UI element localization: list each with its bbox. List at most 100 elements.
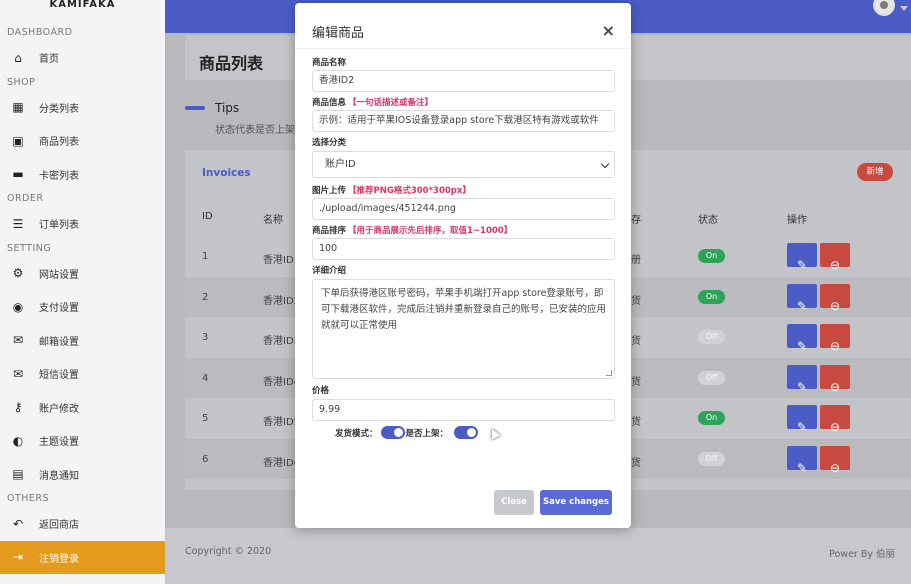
section-setting: SETTING bbox=[7, 242, 52, 254]
status-toggle[interactable]: On bbox=[698, 289, 725, 304]
product-name-input[interactable]: 香港ID2 bbox=[312, 70, 615, 92]
edit-button[interactable]: ✎ bbox=[787, 283, 817, 313]
sidebar-item-label: 短信设置 bbox=[39, 370, 79, 382]
close-button[interactable]: Close bbox=[494, 490, 534, 515]
sidebar-item-label: 卡密列表 bbox=[39, 170, 79, 182]
edit-button[interactable]: ✎ bbox=[787, 405, 817, 434]
ticket-icon: ▣ bbox=[12, 133, 24, 148]
footer: Copyright © 2020 Power By 伯丽 bbox=[165, 528, 911, 584]
sidebar-item-theme[interactable]: ◐ 主题设置 bbox=[0, 424, 165, 458]
minus-circle-icon: ⊖ bbox=[829, 298, 841, 313]
edit-button[interactable]: ✎ bbox=[787, 243, 817, 272]
listed-toggle[interactable] bbox=[454, 426, 479, 439]
sidebar-item-label: 邮箱设置 bbox=[39, 336, 79, 348]
sidebar-item-label: 返回商店 bbox=[39, 520, 79, 532]
row-id: 3 bbox=[202, 332, 209, 343]
description-textarea[interactable]: 下单后获得港区账号密码，苹果手机端打开app store登录账号，即可下载港区软… bbox=[312, 279, 615, 379]
sidebar-item-account[interactable]: ⚷ 账户修改 bbox=[0, 391, 165, 425]
home-icon: ⌂ bbox=[14, 50, 22, 65]
tips-text: 状态代表是否上架。 bbox=[215, 125, 305, 136]
sidebar-item-categories[interactable]: ▦ 分类列表 bbox=[0, 91, 165, 125]
sidebar-item-orders[interactable]: ☰ 订单列表 bbox=[0, 207, 165, 241]
image-hint: 【推荐PNG格式300*300px】 bbox=[348, 186, 471, 196]
edit-button[interactable]: ✎ bbox=[787, 445, 817, 475]
row-id: 4 bbox=[202, 372, 209, 384]
close-icon[interactable]: × bbox=[602, 21, 615, 40]
status-toggle[interactable]: Off bbox=[698, 451, 725, 466]
sidebar-item-label: 主题设置 bbox=[39, 437, 79, 449]
status-toggle[interactable]: On bbox=[698, 249, 725, 263]
sidebar-item-notifications[interactable]: ▤ 消息通知 bbox=[0, 458, 165, 492]
price-label: 价格 bbox=[312, 386, 330, 396]
row-name: 香港ID bbox=[263, 255, 294, 266]
switch-row: 发货模式： 是否上架： bbox=[335, 426, 481, 439]
delete-button[interactable]: ⊖ bbox=[820, 445, 850, 475]
row-stock: 货 bbox=[631, 376, 641, 388]
sidebar-item-products[interactable]: ▣ 商品列表 bbox=[0, 124, 165, 158]
status-toggle[interactable]: Off bbox=[698, 370, 725, 385]
chevron-down-icon bbox=[600, 159, 610, 169]
status-toggle[interactable]: On bbox=[698, 411, 725, 425]
delivery-mode-toggle[interactable] bbox=[380, 426, 405, 439]
info-label-text: 商品信息 bbox=[312, 98, 347, 108]
edit-product-modal: 编辑商品 × 商品名称 香港ID2 商品信息 【一句话描述或备注】 示例：适用于苹… bbox=[295, 3, 631, 528]
palette-icon: ◐ bbox=[12, 433, 24, 448]
sidebar-item-label: 注销登录 bbox=[39, 553, 79, 565]
user-circle-icon: ◉ bbox=[12, 299, 24, 314]
minus-circle-icon: ⊖ bbox=[829, 339, 841, 353]
category-select[interactable]: 账户ID bbox=[312, 151, 615, 178]
gear-icon: ⚙ bbox=[12, 266, 24, 281]
tab-invoices[interactable]: Invoices bbox=[202, 167, 251, 179]
sidebar-item-home[interactable]: ⌂ 首页 bbox=[0, 41, 165, 75]
minus-circle-icon: ⊖ bbox=[829, 258, 841, 272]
sidebar-item-sms-settings[interactable]: ✉ 短信设置 bbox=[0, 357, 165, 391]
add-product-button[interactable]: 新增 bbox=[857, 163, 893, 181]
edit-button[interactable]: ✎ bbox=[787, 364, 817, 394]
reply-icon: ↶ bbox=[12, 516, 24, 531]
info-label: 商品信息 【一句话描述或备注】 bbox=[312, 96, 433, 108]
delete-button[interactable]: ⊖ bbox=[820, 364, 850, 394]
delete-button[interactable]: ⊖ bbox=[820, 405, 850, 434]
delete-button[interactable]: ⊖ bbox=[820, 283, 850, 313]
delete-button[interactable]: ⊖ bbox=[820, 243, 850, 272]
description-label: 详细介绍 bbox=[312, 266, 347, 276]
card-icon: ▬ bbox=[12, 167, 24, 182]
sidebar-item-label: 账户修改 bbox=[39, 403, 79, 415]
sidebar-item-mail-settings[interactable]: ✉ 邮箱设置 bbox=[0, 324, 165, 358]
tips-accent-bar bbox=[185, 106, 205, 110]
row-id: 6 bbox=[202, 453, 209, 465]
delivery-mode-label: 发货模式： bbox=[335, 428, 378, 439]
delete-button[interactable]: ⊖ bbox=[820, 324, 850, 353]
resize-grip-icon[interactable] bbox=[606, 370, 612, 376]
row-stock: 册 bbox=[631, 255, 641, 266]
image-label-text: 图片上传 bbox=[312, 186, 347, 196]
sidebar-item-label: 订单列表 bbox=[39, 220, 79, 232]
logout-icon: ⇥ bbox=[12, 550, 24, 564]
chevron-down-icon[interactable] bbox=[900, 6, 908, 11]
sidebar-item-payment-settings[interactable]: ◉ 支付设置 bbox=[0, 290, 165, 324]
sidebar-item-back-to-shop[interactable]: ↶ 返回商店 bbox=[0, 507, 165, 541]
sidebar-item-site-settings[interactable]: ⚙ 网站设置 bbox=[0, 257, 165, 291]
category-select-value: 账户ID bbox=[325, 159, 356, 170]
product-info-input[interactable]: 示例：适用于苹果IOS设备登录app store下载港区特有游戏或软件 bbox=[312, 110, 615, 132]
minus-circle-icon: ⊖ bbox=[829, 379, 841, 394]
image-path-input[interactable]: ./upload/images/451244.png bbox=[312, 198, 615, 220]
section-order: ORDER bbox=[7, 193, 44, 204]
avatar[interactable] bbox=[873, 0, 895, 16]
sort-input[interactable]: 100 bbox=[312, 238, 615, 260]
mail-open-icon: ✉ bbox=[12, 333, 24, 348]
edit-icon: ✎ bbox=[796, 258, 808, 272]
price-input[interactable]: 9.99 bbox=[312, 399, 615, 421]
envelope-icon: ✉ bbox=[12, 366, 24, 381]
sidebar-item-logout[interactable]: ⇥ 注销登录 bbox=[0, 540, 165, 574]
sidebar-item-cards[interactable]: ▬ 卡密列表 bbox=[0, 158, 165, 192]
edit-button[interactable]: ✎ bbox=[787, 324, 817, 353]
section-dashboard: DASHBOARD bbox=[7, 27, 73, 38]
edit-icon: ✎ bbox=[796, 460, 808, 475]
name-label: 商品名称 bbox=[312, 58, 347, 68]
modal-divider bbox=[295, 48, 631, 49]
brand-logo: KAMIFAKA bbox=[49, 0, 116, 10]
status-toggle[interactable]: Off bbox=[698, 330, 725, 344]
save-changes-button[interactable]: Save changes bbox=[540, 490, 612, 515]
sort-label: 商品排序 【用于商品展示先后排序，取值1~1000】 bbox=[312, 224, 512, 236]
